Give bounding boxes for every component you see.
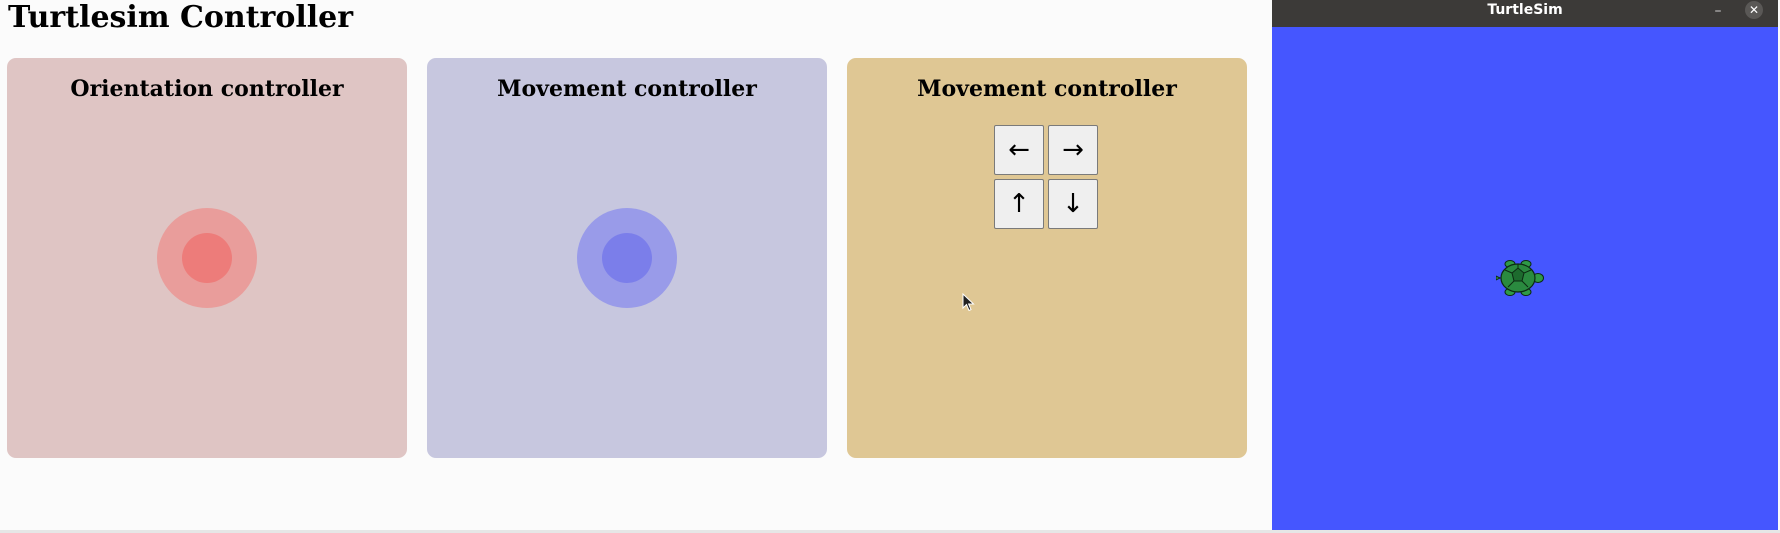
turtlesim-title: TurtleSim	[1487, 2, 1563, 18]
page-title: Turtlesim Controller	[8, 0, 354, 35]
movement-joystick[interactable]	[577, 208, 677, 308]
left-arrow-button[interactable]: ←	[994, 125, 1044, 175]
minimize-icon[interactable]: –	[1709, 2, 1727, 20]
orientation-joystick[interactable]	[157, 208, 257, 308]
arrow-button-grid: ← → ↑ ↓	[994, 125, 1100, 231]
movement-controller-panel: Movement controller	[427, 58, 827, 458]
movement-controller-title: Movement controller	[497, 76, 757, 102]
movement-joystick-knob[interactable]	[602, 233, 652, 283]
down-arrow-button[interactable]: ↓	[1048, 179, 1098, 229]
orientation-controller-panel: Orientation controller	[7, 58, 407, 458]
orientation-joystick-knob[interactable]	[182, 233, 232, 283]
turtlesim-window: TurtleSim – ✕	[1272, 0, 1778, 530]
turtlesim-titlebar[interactable]: TurtleSim – ✕	[1272, 0, 1778, 27]
movement-buttons-panel: Movement controller ← → ↑ ↓	[847, 58, 1247, 458]
up-arrow-button[interactable]: ↑	[994, 179, 1044, 229]
mouse-cursor-icon	[962, 293, 975, 312]
turtle-icon	[1496, 260, 1544, 296]
right-arrow-button[interactable]: →	[1048, 125, 1098, 175]
close-icon[interactable]: ✕	[1745, 1, 1763, 19]
movement-buttons-title: Movement controller	[917, 76, 1177, 102]
orientation-controller-title: Orientation controller	[70, 76, 344, 102]
